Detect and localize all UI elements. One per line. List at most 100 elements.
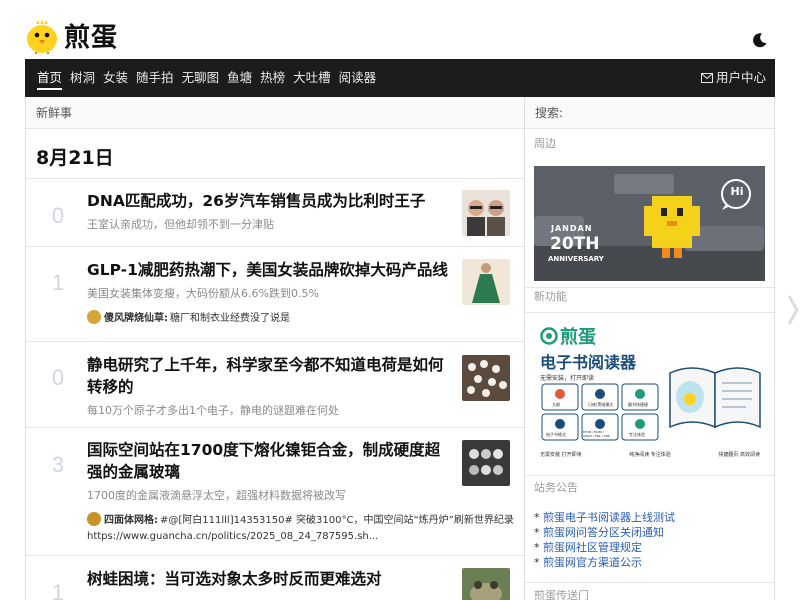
ebook-brand-text: 煎蛋 [560,327,596,348]
main-navigation: 首页 树洞 女装 随手拍 无聊图 鱼塘 热榜 大吐槽 阅读器 用户中心 [25,59,775,97]
post-item[interactable]: 1 GLP-1减肥药热潮下，美国女装品牌砍掉大码产品线 美国女装集体变瘦，大码份… [26,247,524,342]
dress-thumb-icon [462,259,510,305]
divider [525,475,774,476]
footer-install: 无需安装 打开即读 [540,452,582,458]
announcement-link[interactable]: 煎蛋网问答分区关闭通知 [543,526,664,539]
ebook-reader-promo[interactable]: 煎蛋 电子书阅读器 无需安装，打开即读 大纲 日夜/黑暗模式 翻书快捷键 电子书… [534,319,766,474]
comment-link[interactable]: https://www.guancha.cn/politics/2025_08_… [87,531,452,542]
post-title[interactable]: 静电研究了上千年，科学家至今都不知道电荷是如何转移的 [87,354,452,398]
chevron-right-icon[interactable] [786,290,800,330]
site-name: 煎蛋 [64,23,119,53]
nearby-label: 周边 [534,137,556,150]
announcement-link[interactable]: 煎蛋网社区管理规定 [543,541,642,554]
announcement-link[interactable]: 煎蛋网官方渠道公示 [543,556,642,569]
comment-count: 1 [51,270,65,295]
nav-item[interactable]: 热榜 [260,59,285,97]
announcement-item: * 煎蛋网问答分区关闭通知 [534,526,664,539]
divider [525,582,774,583]
feature-night: 日夜/黑暗模式 [588,402,614,407]
sidebar: 搜索: 周边 Hi JANDAN 20TH ANNIVERSARY 新功能 煎蛋… [525,97,775,600]
featured-comment: 四面体网格: #@[阿白111lll]14353150# 突破3100°C，中国… [87,511,514,526]
user-center-label: 用户中心 [715,70,766,85]
footer-pure: 纯净阅读 专注体验 [629,452,671,458]
anniversary-badge: Hi [730,185,744,198]
static-thumb-icon [462,355,510,401]
site-logo[interactable]: 煎蛋 [24,17,118,54]
ebook-footer: 无需安装 打开即读 纯净阅读 专注体验 快捷翻页 高效阅读 [540,451,760,471]
anniversary-line1: JANDAN [551,224,593,233]
ebook-tagline: 无需安装，打开即读 [540,375,595,382]
post-excerpt: 每10万个原子才多出1个电子，静电的谜题难在何处 [87,404,339,417]
post-excerpt: 王室认亲成功，但他却领不到一分津贴 [87,218,274,231]
comment-author[interactable]: 四面体网格: [104,511,158,526]
post-title[interactable]: GLP-1减肥药热潮下，美国女装品牌砍掉大码产品线 [87,259,452,281]
post-thumbnail[interactable] [462,355,510,401]
nav-menu: 首页 树洞 女装 随手拍 无聊图 鱼塘 热榜 大吐槽 阅读器 [37,59,384,97]
comment-count: 3 [51,452,65,477]
egg-icon [540,327,558,345]
post-item[interactable]: 0 DNA匹配成功，26岁汽车销售员成为比利时王子 王室认亲成功，但他却领不到一… [26,179,524,247]
post-thumbnail[interactable] [462,568,510,600]
divider [525,312,774,313]
anniversary-line3: ANNIVERSARY [548,255,604,263]
main-column: 新鲜事 8月21日 0 DNA匹配成功，26岁汽车销售员成为比利时王子 王室认亲… [25,97,525,600]
post-item[interactable]: 3 国际空间站在1700度下熔化镍钜合金，制成硬度超强的金属玻璃 1700度的金… [26,428,524,556]
comment-text: 糖厂和制衣业经费没了说是 [170,313,290,324]
featured-comment: 傻风牌烧仙草: 糖厂和制衣业经费没了说是 [87,309,452,324]
post-excerpt: 1700度的金属液滴悬浮太空，超强材料数据将被改写 [87,489,346,502]
comment-count: 1 [51,580,65,600]
section-title: 新鲜事 [26,97,524,129]
portal-label: 煎蛋传送门 [534,589,589,600]
search-label[interactable]: 搜索: [525,97,774,129]
open-book-icon [669,367,761,429]
footer-fast: 快捷翻页 高效阅读 [718,452,760,458]
dark-mode-toggle-icon[interactable] [752,32,768,48]
mail-icon [700,73,713,83]
post-thumbnail[interactable] [462,259,510,305]
comment-text: #@[阿白111lll]14353150# 突破3100°C，中国空间站“炼丹炉… [160,515,514,526]
announcement-item: * 煎蛋电子书阅读器上线测试 [534,511,675,524]
feature-hotkey: 翻书快捷键 [628,402,648,407]
anniversary-banner[interactable]: Hi JANDAN 20TH ANNIVERSARY [534,166,765,281]
nav-item[interactable]: 大吐槽 [293,59,331,97]
feature-format-list: EPUB / MOBI / AZW3 / FB2 / CBZ [583,430,610,438]
nav-item[interactable]: 树洞 [70,59,95,97]
feature-focus: 专注体验 [629,432,645,437]
post-title[interactable]: 树蛙困境：当可选对象太多时反而更难选对 [87,568,452,590]
post-item[interactable]: 0 静电研究了上千年，科学家至今都不知道电荷是如何转移的 每10万个原子才多出1… [26,342,524,428]
post-item[interactable]: 1 树蛙困境：当可选对象太多时反而更难选对 [26,556,524,600]
chick-logo-icon [27,18,57,54]
date-heading: 8月21日 [26,129,524,179]
announcement-item: * 煎蛋网官方渠道公示 [534,556,642,569]
new-feature-label: 新功能 [534,290,567,303]
post-title[interactable]: DNA匹配成功，26岁汽车销售员成为比利时王子 [87,190,452,212]
comment-count: 0 [51,203,65,228]
nav-item[interactable]: 随手拍 [136,59,174,97]
post-title[interactable]: 国际空间站在1700度下熔化镍钜合金，制成硬度超强的金属玻璃 [87,439,452,483]
anniversary-line2: 20TH [550,234,600,254]
comment-author[interactable]: 傻风牌烧仙草: [104,309,168,324]
frog-thumb-icon [462,568,510,600]
metal-spheres-thumb-icon [462,440,510,486]
post-thumbnail[interactable] [462,440,510,486]
announcement-link[interactable]: 煎蛋电子书阅读器上线测试 [543,511,675,524]
post-thumbnail[interactable] [462,190,510,236]
feature-outline: 大纲 [552,402,560,407]
portrait-thumb-icon [462,190,510,236]
nav-item[interactable]: 首页 [37,59,63,97]
announcements-label: 站务公告 [534,481,578,494]
nav-item[interactable]: 鱼塘 [227,59,252,97]
ebook-brand: 煎蛋 [540,323,596,349]
feature-formats: 电子书格式 [546,432,566,437]
nav-item[interactable]: 女装 [103,59,128,97]
announcement-list: * 煎蛋电子书阅读器上线测试 * 煎蛋网问答分区关闭通知 * 煎蛋网社区管理规定… [534,510,675,570]
user-center-link[interactable]: 用户中心 [700,59,766,97]
announcement-item: * 煎蛋网社区管理规定 [534,541,642,554]
post-excerpt: 美国女装集体变瘦，大码份额从6.6%跌到0.5% [87,287,319,300]
avatar [87,511,101,526]
nav-item[interactable]: 无聊图 [182,59,220,97]
ebook-title: 电子书阅读器 [540,353,637,372]
avatar [87,309,101,324]
nav-item[interactable]: 阅读器 [339,59,377,97]
comment-count: 0 [51,365,65,390]
